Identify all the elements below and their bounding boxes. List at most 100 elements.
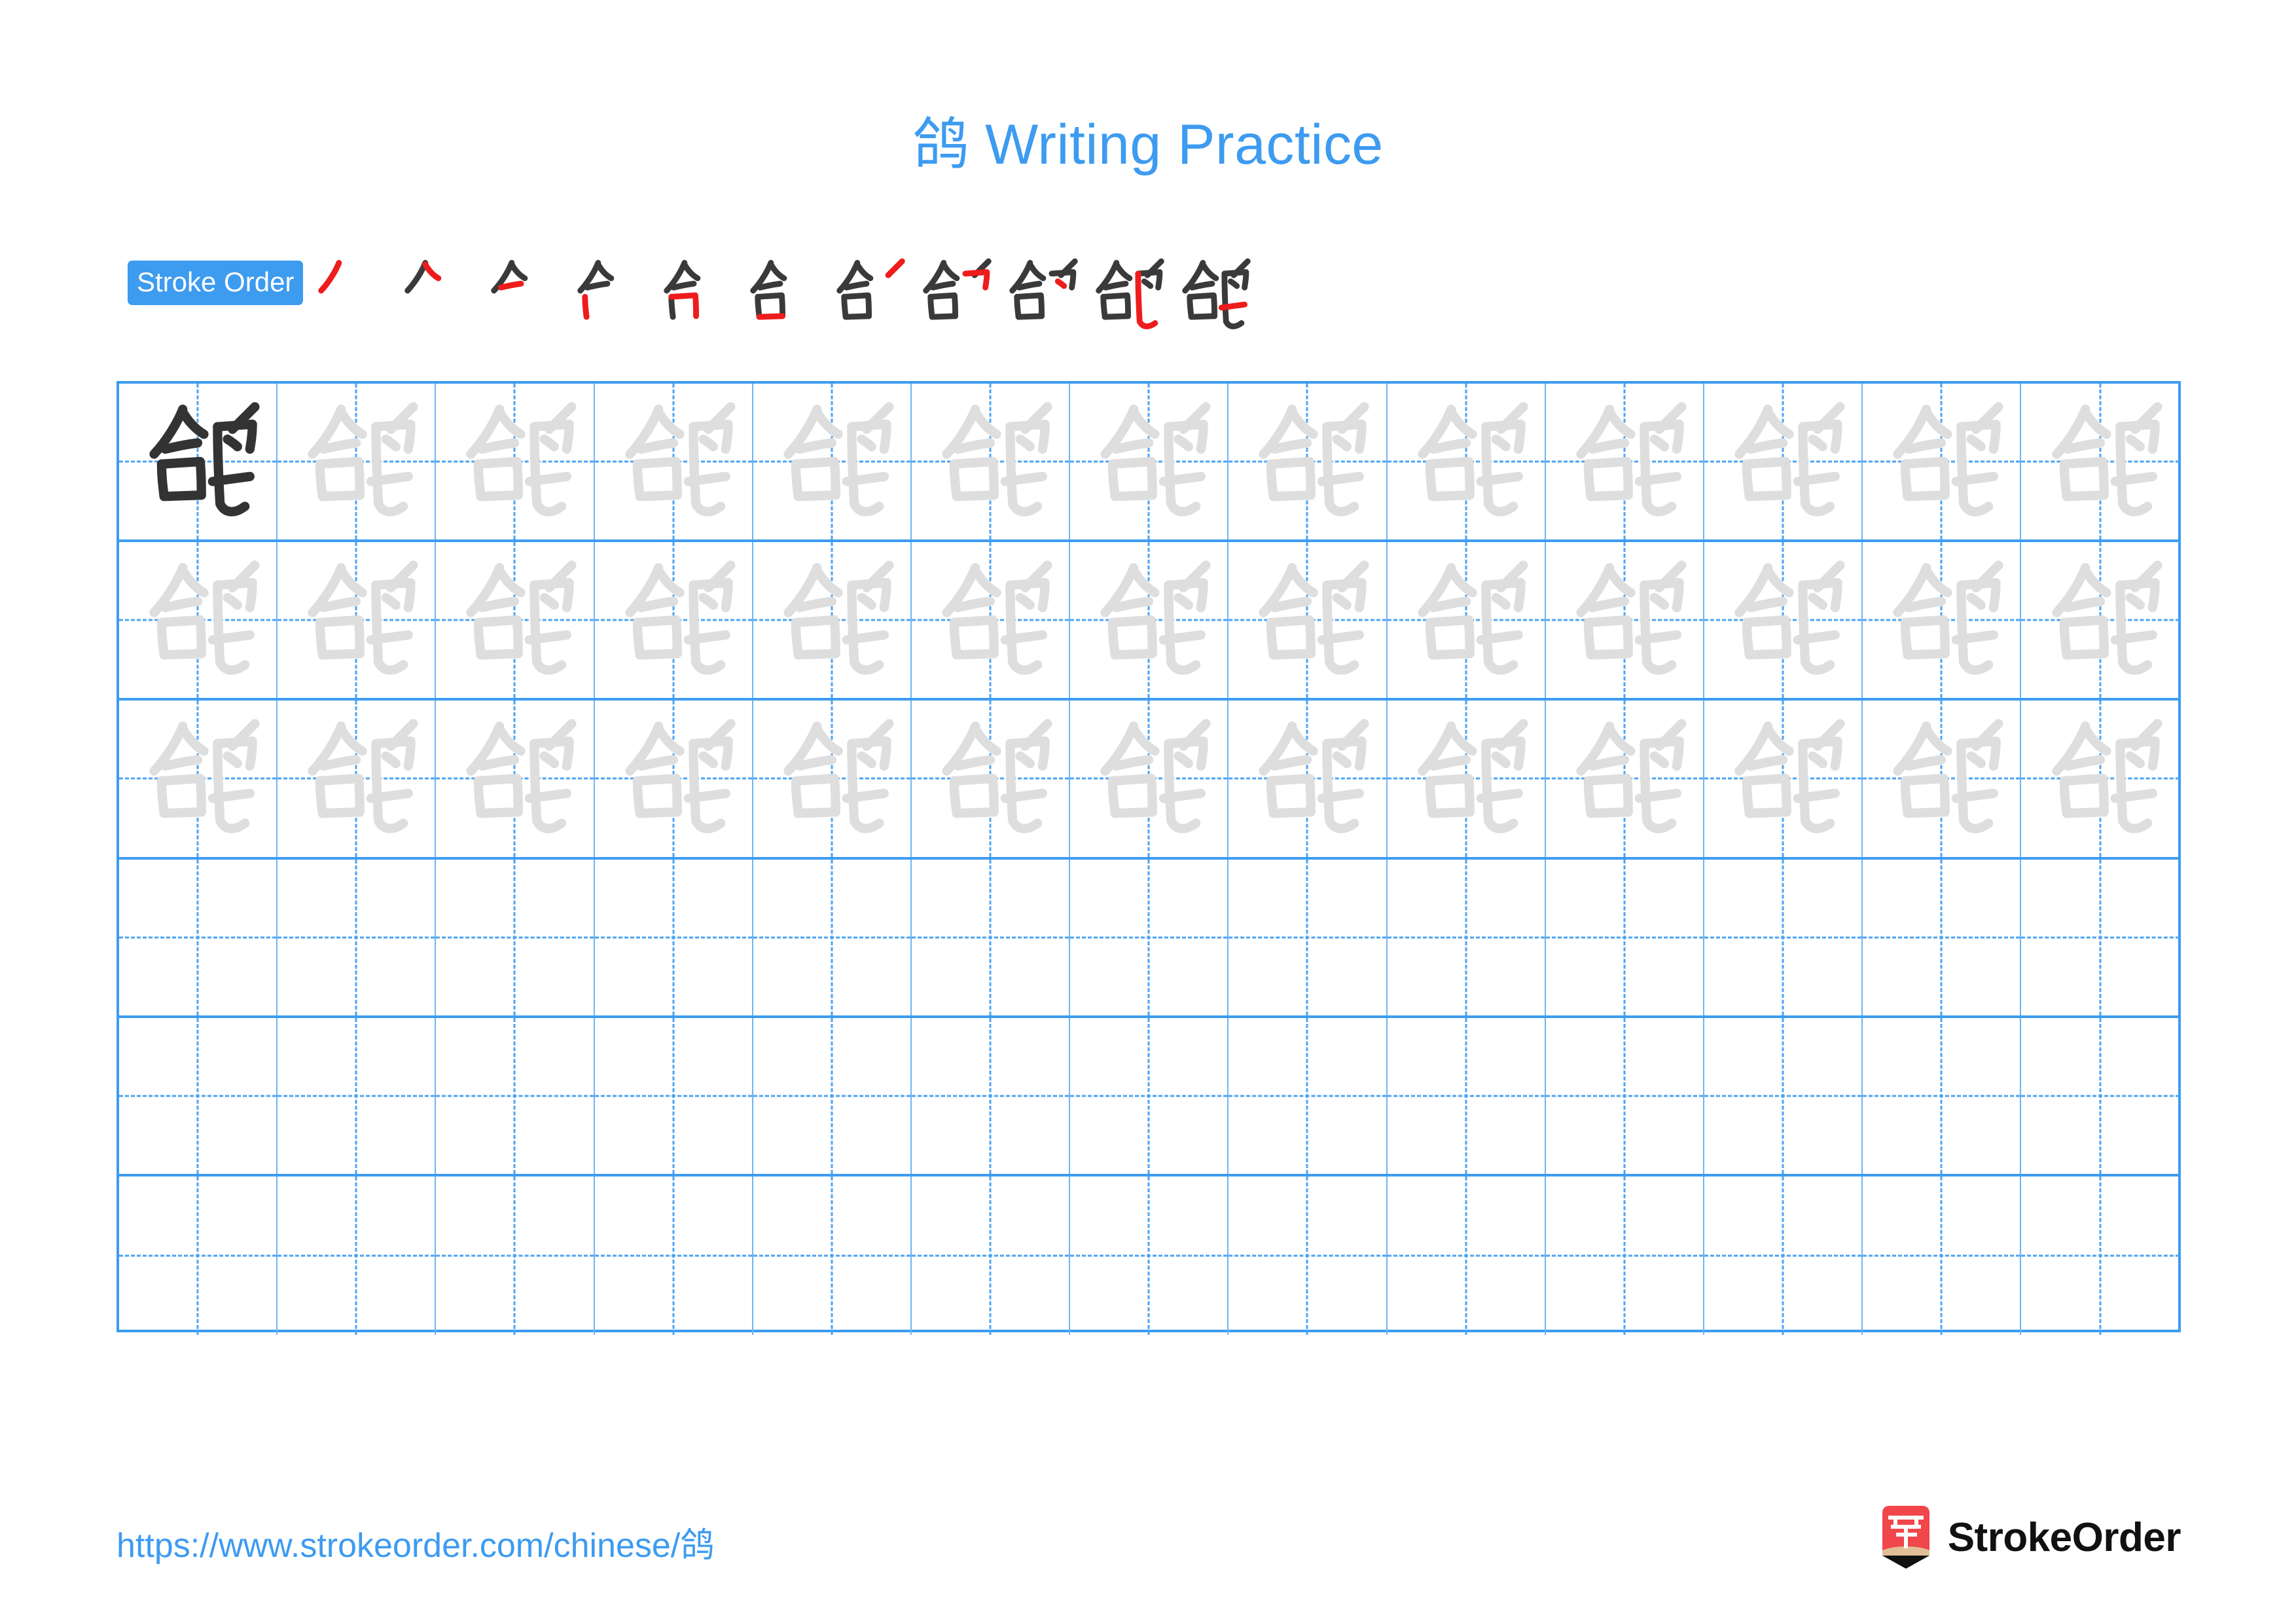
practice-cell-r4-c5[interactable]	[753, 859, 912, 1015]
page-title: 鸽 Writing Practice	[0, 98, 2296, 180]
practice-cell-r6-c6[interactable]	[912, 1176, 1071, 1336]
practice-cell-r5-c12[interactable]	[1863, 1017, 2022, 1174]
practice-cell-r2-c8[interactable]	[1229, 542, 1388, 699]
practice-cell-r5-c13[interactable]	[2021, 1018, 2179, 1174]
practice-cell-r2-c13[interactable]	[2021, 542, 2179, 698]
practice-cell-r4-c11[interactable]	[1704, 859, 1863, 1015]
practice-cell-r1-c1[interactable]	[119, 384, 278, 540]
practice-cell-r5-c1[interactable]	[119, 1017, 278, 1174]
practice-cell-r5-c10[interactable]	[1546, 1017, 1704, 1174]
practice-cell-r4-c12[interactable]	[1863, 859, 2022, 1015]
practice-cell-r4-c4[interactable]	[595, 859, 753, 1015]
practice-cell-r2-c11[interactable]	[1704, 542, 1863, 699]
practice-character-ghost	[436, 542, 593, 698]
practice-cell-r1-c7[interactable]	[1070, 384, 1229, 540]
practice-cell-r4-c6[interactable]	[912, 859, 1071, 1015]
stroke-order-step-1	[310, 257, 396, 335]
practice-cell-r3-c7[interactable]	[1070, 701, 1229, 857]
practice-cell-r4-c8[interactable]	[1229, 859, 1388, 1015]
practice-cell-r5-c8[interactable]	[1229, 1017, 1388, 1174]
practice-cell-r6-c7[interactable]	[1070, 1176, 1229, 1336]
practice-cell-r6-c8[interactable]	[1229, 1176, 1388, 1336]
practice-cell-r4-c2[interactable]	[278, 859, 437, 1015]
stroke-order-step-list	[310, 257, 1260, 335]
practice-cell-r4-c1[interactable]	[119, 859, 278, 1015]
practice-cell-r6-c3[interactable]	[436, 1176, 595, 1336]
practice-cell-r4-c7[interactable]	[1070, 859, 1229, 1015]
practice-cell-r5-c3[interactable]	[436, 1017, 595, 1174]
practice-cell-r6-c2[interactable]	[278, 1176, 437, 1336]
practice-cell-r6-c10[interactable]	[1546, 1176, 1704, 1336]
practice-cell-r3-c1[interactable]	[119, 701, 278, 857]
practice-cell-r1-c9[interactable]	[1388, 384, 1546, 540]
practice-grid-row	[119, 1017, 2179, 1176]
practice-cell-r2-c7[interactable]	[1070, 542, 1229, 699]
practice-cell-r6-c4[interactable]	[595, 1176, 753, 1336]
practice-cell-r5-c5[interactable]	[753, 1017, 912, 1174]
practice-cell-r5-c9[interactable]	[1388, 1017, 1546, 1174]
practice-cell-r2-c1[interactable]	[119, 542, 278, 699]
practice-cell-r3-c6[interactable]	[912, 701, 1071, 857]
practice-cell-r1-c11[interactable]	[1704, 384, 1863, 540]
stroke-order-step-7	[828, 257, 914, 335]
practice-cell-r2-c4[interactable]	[595, 542, 753, 699]
practice-cell-r2-c2[interactable]	[278, 542, 437, 699]
practice-cell-r5-c11[interactable]	[1704, 1017, 1863, 1174]
footer-url[interactable]: https://www.strokeorder.com/chinese/鸽	[117, 1518, 714, 1567]
page-title-character: 鸽	[912, 112, 969, 177]
practice-character-ghost	[278, 542, 435, 698]
practice-grid	[117, 381, 2181, 1336]
practice-cell-r3-c2[interactable]	[278, 701, 437, 857]
practice-cell-r2-c6[interactable]	[912, 542, 1071, 699]
practice-cell-r4-c9[interactable]	[1388, 859, 1546, 1015]
practice-character-ghost	[2021, 542, 2179, 698]
practice-cell-r6-c1[interactable]	[119, 1176, 278, 1336]
practice-cell-r3-c5[interactable]	[753, 701, 912, 857]
practice-cell-r2-c9[interactable]	[1388, 542, 1546, 699]
practice-cell-r3-c9[interactable]	[1388, 701, 1546, 857]
practice-cell-r1-c8[interactable]	[1229, 384, 1388, 540]
practice-cell-r2-c12[interactable]	[1863, 542, 2022, 699]
practice-cell-r5-c4[interactable]	[595, 1017, 753, 1174]
practice-character-ghost	[1704, 701, 1861, 856]
practice-character-ghost	[278, 384, 435, 539]
practice-cell-r2-c10[interactable]	[1546, 542, 1704, 699]
practice-cell-r5-c6[interactable]	[912, 1017, 1071, 1174]
practice-grid-row	[119, 542, 2178, 701]
practice-cell-r1-c2[interactable]	[278, 384, 437, 540]
stroke-order-step-3	[482, 257, 569, 335]
practice-cell-r1-c4[interactable]	[595, 384, 753, 540]
strokeorder-logo-icon	[1878, 1506, 1933, 1569]
practice-cell-r2-c5[interactable]	[753, 542, 912, 699]
practice-cell-r4-c13[interactable]	[2021, 860, 2179, 1015]
practice-cell-r3-c4[interactable]	[595, 701, 753, 857]
practice-character-ghost	[912, 384, 1069, 539]
practice-cell-r5-c2[interactable]	[278, 1017, 437, 1174]
practice-character-ghost	[1546, 701, 1703, 856]
practice-cell-r3-c3[interactable]	[436, 701, 595, 857]
practice-cell-r3-c11[interactable]	[1704, 701, 1863, 857]
practice-cell-r5-c7[interactable]	[1070, 1017, 1229, 1174]
practice-cell-r4-c3[interactable]	[436, 859, 595, 1015]
practice-cell-r6-c12[interactable]	[1863, 1176, 2022, 1336]
practice-cell-r1-c6[interactable]	[912, 384, 1071, 540]
practice-character-ghost	[1070, 384, 1227, 539]
practice-character-ghost	[1070, 542, 1227, 698]
practice-cell-r1-c12[interactable]	[1863, 384, 2022, 540]
practice-cell-r6-c5[interactable]	[753, 1176, 912, 1336]
practice-cell-r6-c9[interactable]	[1388, 1176, 1546, 1336]
practice-character-ghost	[1863, 542, 2020, 698]
practice-cell-r3-c12[interactable]	[1863, 701, 2022, 857]
practice-cell-r1-c13[interactable]	[2021, 384, 2179, 539]
practice-cell-r3-c13[interactable]	[2021, 701, 2179, 856]
practice-cell-r2-c3[interactable]	[436, 542, 595, 699]
practice-cell-r1-c3[interactable]	[436, 384, 595, 540]
practice-cell-r3-c10[interactable]	[1546, 701, 1704, 857]
stroke-order-step-6	[742, 257, 828, 335]
practice-cell-r3-c8[interactable]	[1229, 701, 1388, 857]
practice-cell-r6-c11[interactable]	[1704, 1176, 1863, 1336]
practice-cell-r4-c10[interactable]	[1546, 859, 1704, 1015]
practice-cell-r1-c10[interactable]	[1546, 384, 1704, 540]
practice-cell-r6-c13[interactable]	[2021, 1176, 2179, 1335]
practice-cell-r1-c5[interactable]	[753, 384, 912, 540]
